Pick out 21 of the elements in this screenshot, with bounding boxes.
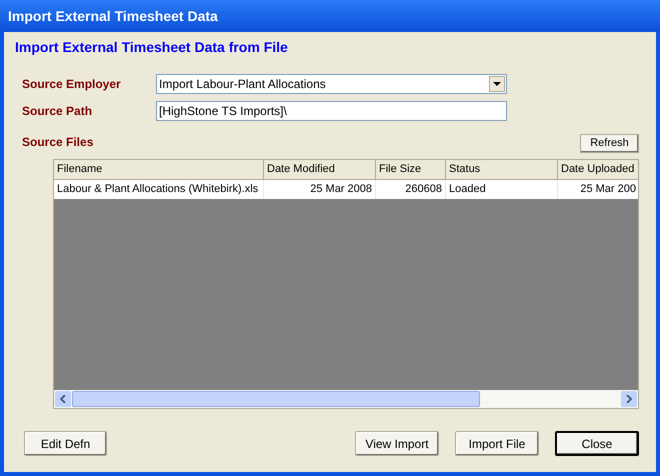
dialog-button[interactable]: View Import: [355, 431, 439, 456]
refresh-button[interactable]: Refresh: [580, 134, 639, 153]
employer-dropdown[interactable]: Import Labour-Plant Allocations: [156, 74, 507, 94]
dialog-heading: Import External Timesheet Data from File: [14, 38, 289, 57]
path-field[interactable]: [HighStone TS Imports]\: [156, 101, 507, 121]
table-cell: 25 Mar 2008: [264, 180, 376, 199]
horizontal-scrollbar[interactable]: [54, 390, 638, 408]
window-title: Import External Timesheet Data: [0, 0, 660, 32]
scroll-right-icon[interactable]: [621, 391, 637, 407]
scroll-thumb[interactable]: [72, 391, 480, 407]
field-label: Source Files: [22, 134, 94, 151]
dialog-button[interactable]: Import File: [455, 431, 539, 456]
table-cell: Labour & Plant Allocations (Whitebirk).xls: [54, 180, 264, 199]
table-cell: 25 Mar 200: [558, 180, 638, 199]
dialog-button[interactable]: Close: [555, 431, 639, 456]
dialog-button[interactable]: Edit Defn: [24, 431, 107, 456]
field-label: Source Employer: [22, 76, 122, 93]
table-cell: Loaded: [446, 180, 558, 199]
field-label: Source Path: [22, 103, 94, 120]
scroll-left-icon[interactable]: [55, 391, 71, 407]
table-cell: 260608: [376, 180, 446, 199]
